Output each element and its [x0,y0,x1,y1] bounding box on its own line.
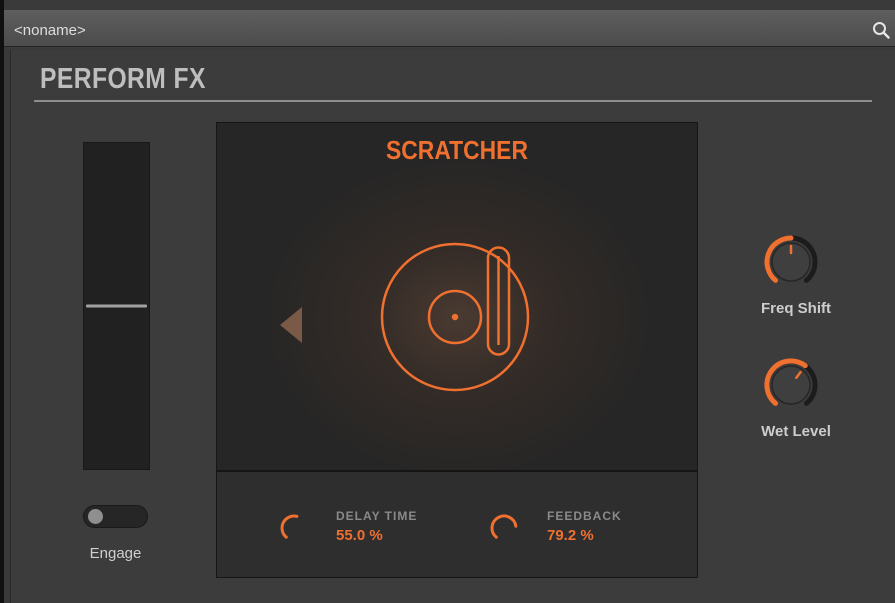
previous-effect-arrow-icon[interactable] [278,305,304,345]
feedback-knob[interactable] [489,513,519,543]
search-icon[interactable] [872,21,890,39]
engage-label: Engage [89,545,142,562]
page-title: PERFORM FX [40,63,206,95]
title-bar: <noname> [4,10,895,47]
delay-time-value: 55.0 % [336,527,383,544]
freq-shift-label: Freq Shift [761,300,831,317]
title-divider [34,100,872,102]
effect-name: SCRATCHER [386,135,528,165]
delay-time-label: DELAY TIME [336,509,418,523]
delay-time-knob[interactable] [279,513,309,543]
fader-handle[interactable] [86,304,147,308]
wet-level-knob[interactable] [763,357,819,413]
knob-body [771,365,811,405]
knob-value-arc [280,514,299,539]
window-edge [0,0,4,603]
perform-fader[interactable] [83,142,150,470]
turntable-icon [380,242,530,392]
knob-value-arc [490,514,518,539]
engage-toggle[interactable] [83,505,148,528]
toggle-knob [88,509,103,524]
wet-level-label: Wet Level [761,423,831,440]
freq-shift-knob[interactable] [763,234,819,290]
feedback-label: FEEDBACK [547,509,622,523]
window-title: <noname> [14,22,86,39]
feedback-value: 79.2 % [547,527,594,544]
